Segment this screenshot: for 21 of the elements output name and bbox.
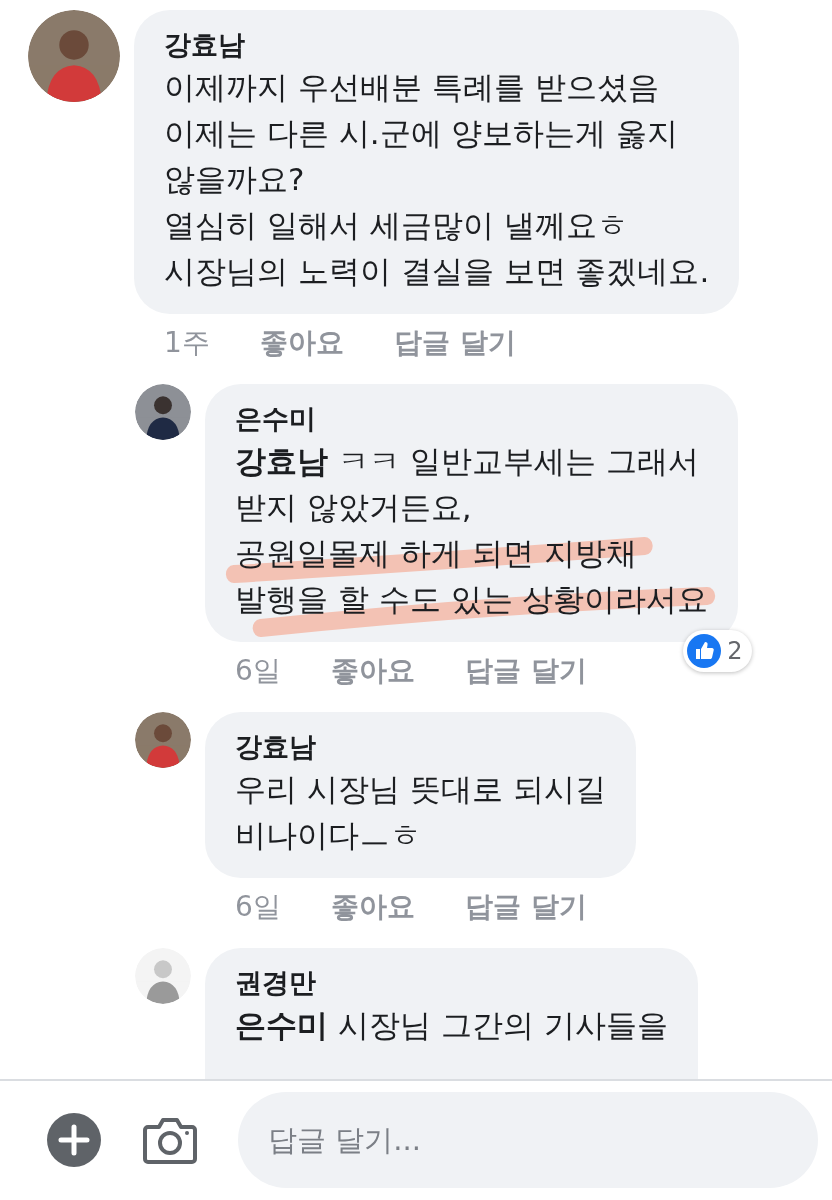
author-name[interactable]: 강효남 [235, 728, 606, 766]
like-link[interactable]: 좋아요 [330, 652, 415, 690]
author-name[interactable]: 권경만 [235, 964, 668, 1002]
author-name[interactable]: 은수미 [235, 400, 709, 438]
like-link[interactable]: 좋아요 [330, 888, 415, 926]
reply-link[interactable]: 답글 달기 [464, 652, 587, 690]
comment-time: 6일 [235, 889, 281, 925]
add-icon[interactable] [46, 1111, 102, 1168]
reply-link[interactable]: 답글 달기 [464, 888, 587, 926]
comment-time: 6일 [235, 653, 281, 689]
comment-text: 강효남 ㅋㅋ 일반교부세는 그래서 받지 않았거든요, 공원일몰제 하게 되면 지방채 발행을 할 수도 있는 상황이라서요 [235, 442, 709, 619]
thumbs-up-icon [687, 634, 722, 668]
comment-text: 은수미 시장님 그간의 기사들을 [235, 1006, 668, 1045]
comment-time: 1주 [164, 325, 210, 361]
reaction-count[interactable]: 2 [683, 630, 753, 672]
comment-text: 이제까지 우선배분 특례를 받으셨음 이제는 다른 시.군에 양보하는게 옳지 않을까요? 열심히 일해서 세금많이 낼께요ㅎ 시장님의 노력이 결실을 보면 좋겠네요. [164, 68, 710, 291]
like-link[interactable]: 좋아요 [259, 324, 344, 362]
reply-link[interactable]: 답글 달기 [393, 324, 516, 362]
comment-text: 우리 시장님 뜻대로 되시길 비나이다ㅡㅎ [235, 770, 606, 855]
author-name[interactable]: 강효남 [164, 26, 710, 64]
reply-input[interactable]: 답글 달기... [238, 1091, 818, 1188]
